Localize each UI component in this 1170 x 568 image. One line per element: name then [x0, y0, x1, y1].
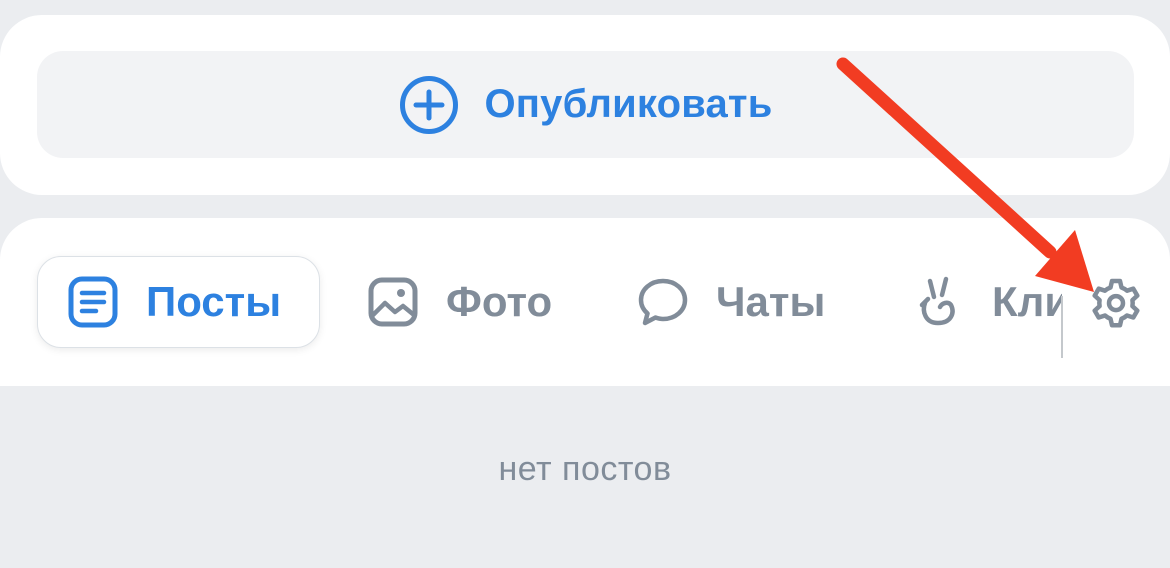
tab-clips[interactable]: Кли	[912, 256, 1062, 348]
tab-clips-label: Кли	[992, 278, 1062, 325]
tab-posts[interactable]: Посты	[37, 256, 320, 348]
document-lines-icon	[66, 275, 120, 329]
plus-circle-icon	[398, 74, 460, 136]
publish-card: Опубликовать	[0, 15, 1170, 195]
tabs-divider	[1061, 296, 1063, 358]
tab-photo[interactable]: Фото	[366, 256, 552, 348]
tab-photo-label: Фото	[446, 278, 553, 325]
tab-posts-label: Посты	[146, 278, 282, 325]
chat-bubble-icon	[636, 275, 690, 329]
clips-icon	[912, 275, 966, 329]
gear-icon	[1088, 276, 1144, 332]
tabs-bar: Посты Фото Чаты Кли	[0, 218, 1170, 386]
settings-button[interactable]	[1088, 276, 1144, 332]
tab-chats[interactable]: Чаты	[636, 256, 825, 348]
screen: Опубликовать Посты Фото Чаты Кли нет пос…	[0, 0, 1170, 568]
image-icon	[366, 275, 420, 329]
publish-button[interactable]: Опубликовать	[37, 51, 1134, 158]
publish-label: Опубликовать	[484, 82, 773, 126]
tab-chats-label: Чаты	[716, 278, 826, 325]
empty-state-text: нет постов	[498, 450, 672, 488]
